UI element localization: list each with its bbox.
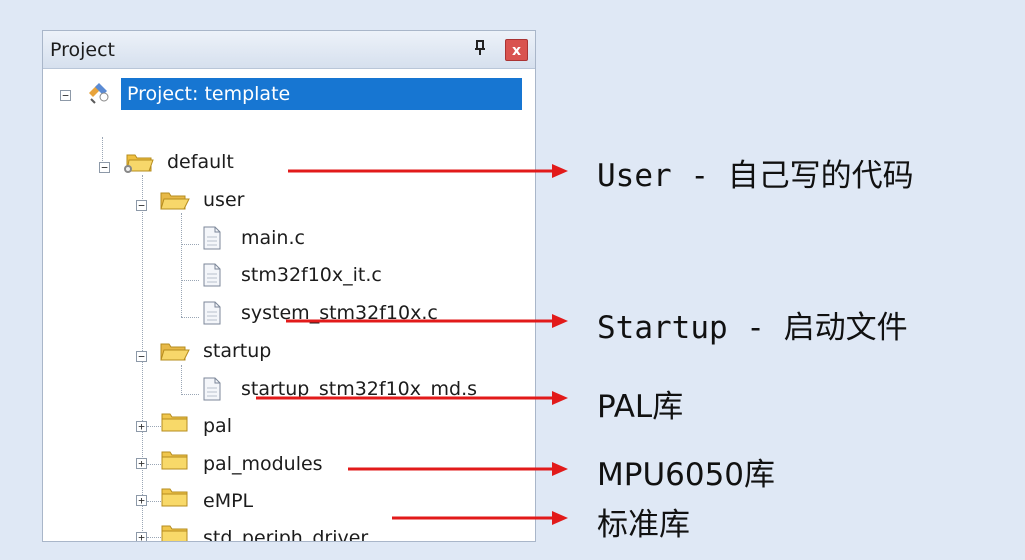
arrow-user xyxy=(288,164,568,178)
arrow-pal xyxy=(256,391,568,405)
annotation-user: User - 自己写的代码 xyxy=(597,158,914,194)
arrow-startup xyxy=(286,314,568,328)
annotation-pal: PAL库 xyxy=(597,389,684,425)
arrow-mpu xyxy=(348,462,568,476)
annotation-std: 标准库 xyxy=(597,507,690,543)
annotation-mpu: MPU6050库 xyxy=(597,457,776,493)
arrow-std xyxy=(392,511,568,525)
annotation-startup: Startup - 启动文件 xyxy=(597,310,908,346)
annotation-arrows xyxy=(256,164,568,525)
